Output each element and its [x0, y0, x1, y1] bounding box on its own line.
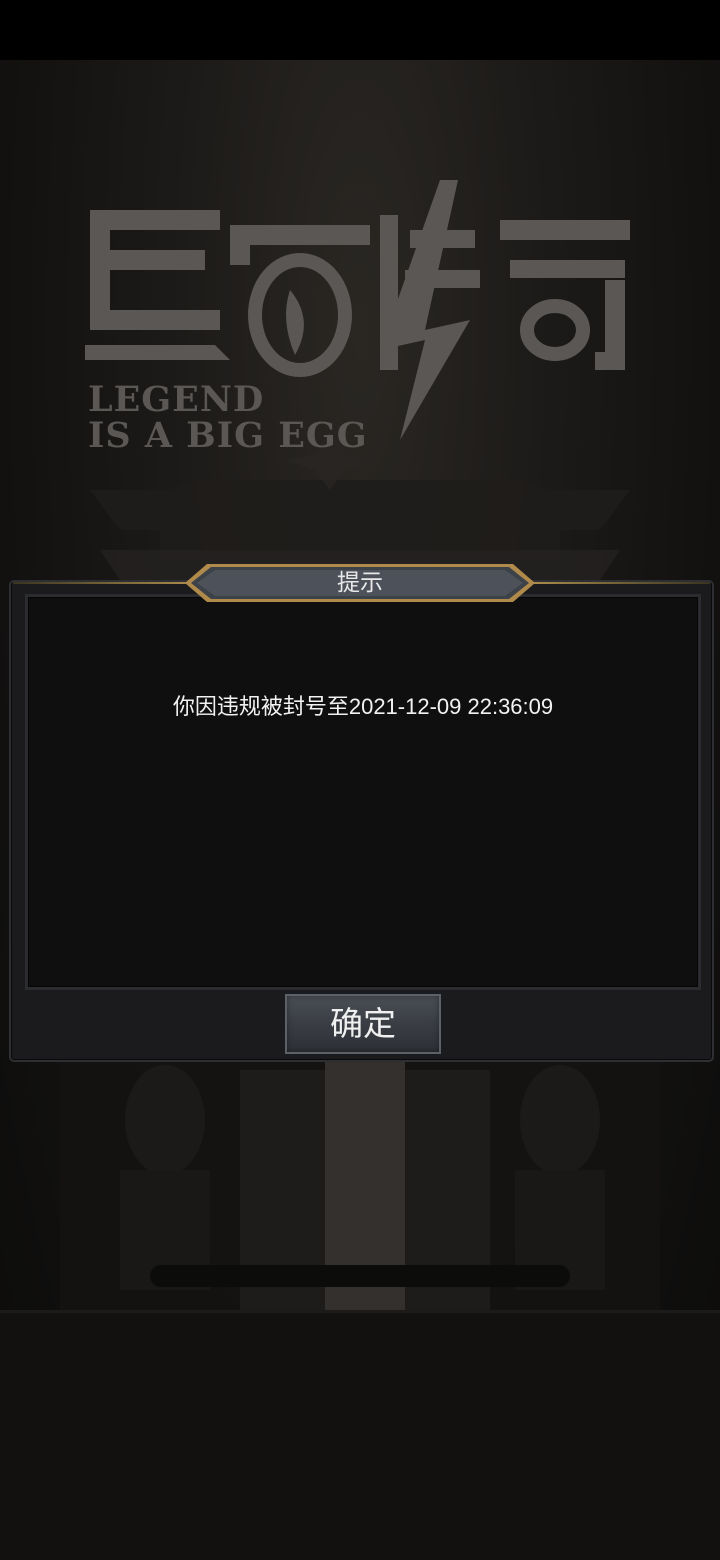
logo-tagline-line2: IS A BIG EGG: [88, 415, 368, 456]
game-logo: LEGEND IS A BIG EGG: [80, 170, 650, 456]
dialog-title-plate: 提示: [185, 562, 535, 604]
game-screen: LEGEND IS A BIG EGG 你因违规被封号至2021-12-09 2…: [0, 0, 720, 1560]
confirm-button[interactable]: 确定: [283, 992, 443, 1056]
dialog-title: 提示: [337, 570, 383, 596]
logo-tagline-line1: LEGEND: [88, 379, 265, 420]
status-bar: [0, 0, 720, 60]
notice-dialog: 你因违规被封号至2021-12-09 22:36:09 提示 确定: [9, 564, 714, 1062]
dialog-message: 你因违规被封号至2021-12-09 22:36:09: [172, 694, 554, 719]
dialog-body: 你因违规被封号至2021-12-09 22:36:09: [25, 594, 701, 990]
